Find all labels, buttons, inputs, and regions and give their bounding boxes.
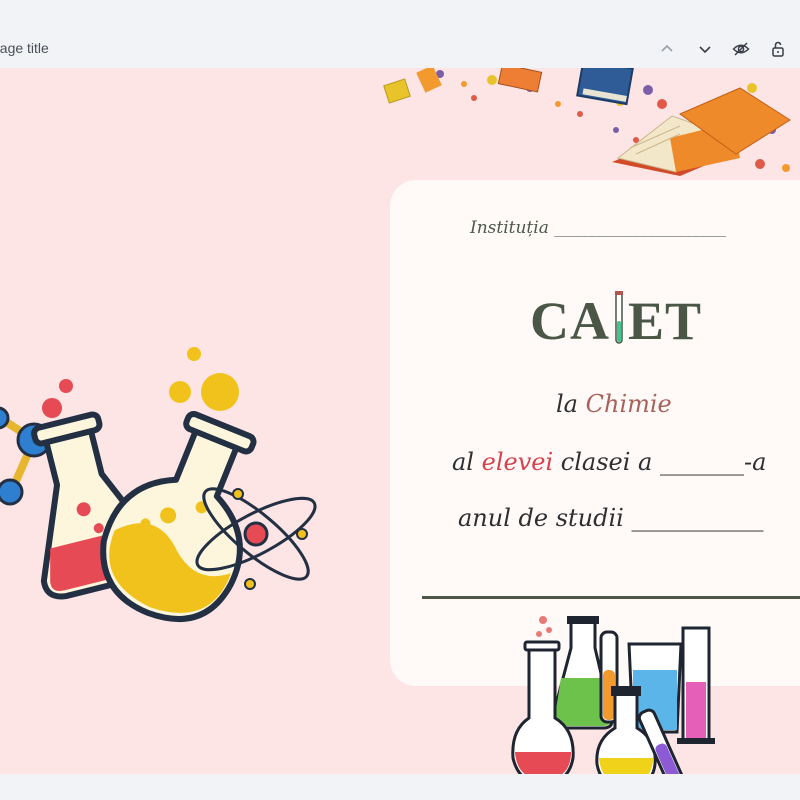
chemistry-flasks-illustration	[0, 347, 317, 622]
test-tube-icon	[614, 291, 624, 345]
divider-line	[422, 596, 800, 599]
eye-icon[interactable]	[730, 38, 752, 60]
cover-title[interactable]: CA ET	[530, 290, 702, 352]
flying-books-illustration	[383, 68, 791, 176]
lock-icon[interactable]	[767, 38, 789, 60]
student-word: elevei	[481, 448, 554, 476]
page-title-input[interactable]: page title	[0, 40, 49, 56]
chevron-down-icon[interactable]	[694, 38, 716, 60]
institution-blank: _______________________	[554, 221, 726, 237]
molecule-icon	[0, 406, 52, 506]
beakers-illustration	[511, 616, 715, 774]
institution-label: Instituția	[470, 218, 549, 238]
title-left: CA	[530, 291, 610, 351]
editor-toolbar: page title	[0, 0, 800, 68]
design-page[interactable]: Instituția _______________________ CA ET …	[0, 68, 800, 774]
institution-line[interactable]: Instituția _______________________	[470, 218, 726, 238]
chevron-up-icon[interactable]	[656, 38, 678, 60]
class-blank: clasei a _______-a	[553, 448, 767, 476]
student-prefix: al	[452, 448, 482, 476]
student-line[interactable]: al elevei clasei a _______-a	[452, 448, 766, 476]
subject-line[interactable]: la Chimie	[556, 390, 672, 418]
school-year-line[interactable]: anul de studii ___________	[458, 504, 763, 532]
title-right: ET	[628, 291, 703, 351]
bottom-strip	[0, 774, 800, 800]
subject-prefix: la	[556, 390, 586, 418]
subject-name: Chimie	[585, 390, 672, 418]
